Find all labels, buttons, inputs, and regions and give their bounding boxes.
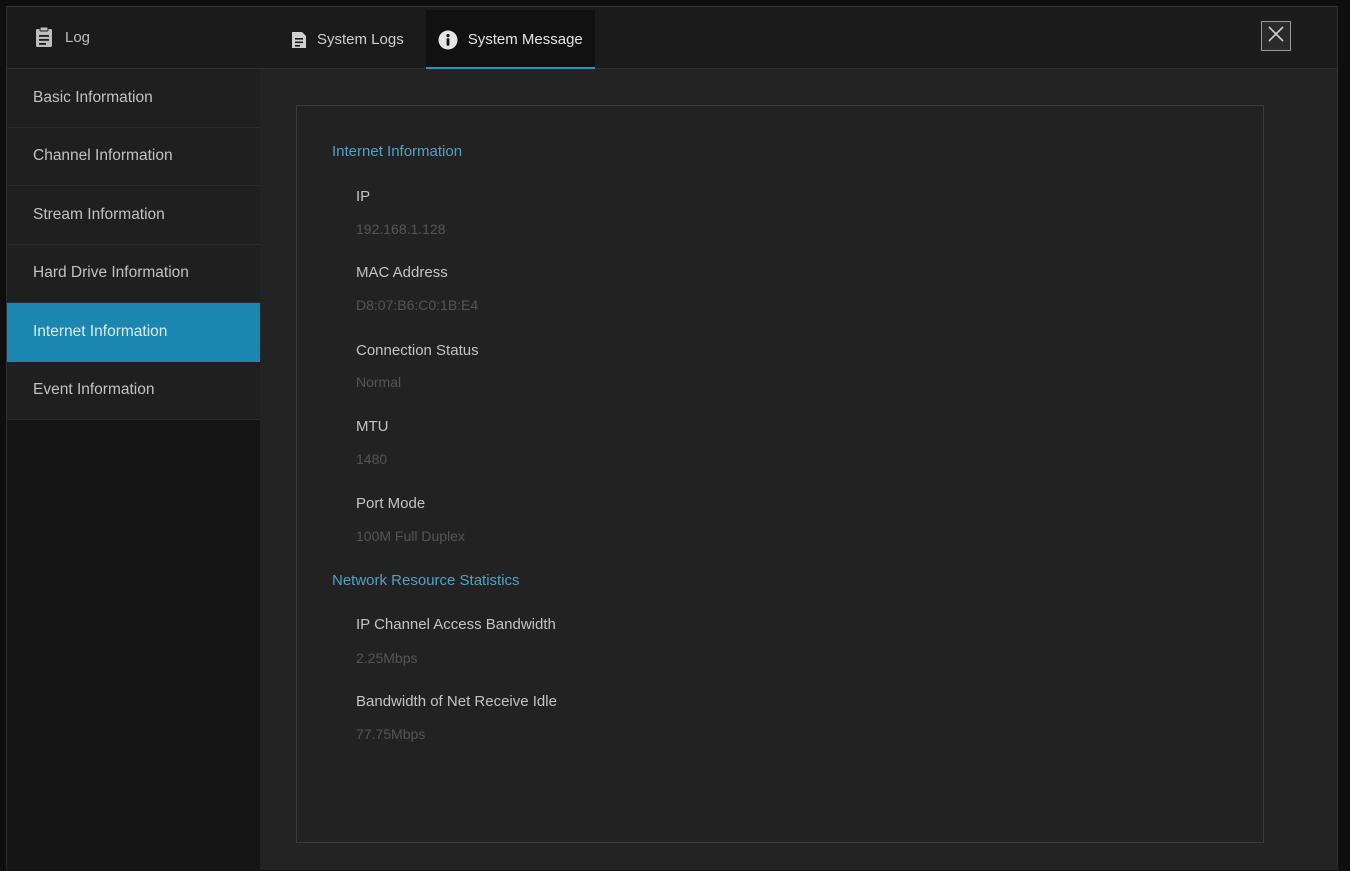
tab-bar: System Logs System Message: [279, 10, 605, 69]
title-bar: Log System Logs System Message: [7, 7, 1337, 69]
sidebar-item-event-information[interactable]: Event Information: [7, 361, 260, 420]
window-title: Log: [35, 24, 90, 50]
bandwidth-net-receive-idle-value: 77.75Mbps: [356, 726, 426, 742]
network-resource-statistics-heading: Network Resource Statistics: [332, 572, 520, 589]
sidebar-item-basic-information[interactable]: Basic Information: [7, 69, 260, 128]
info-icon: [438, 30, 458, 50]
mac-address-label: MAC Address: [356, 264, 448, 281]
tab-system-message[interactable]: System Message: [425, 10, 595, 69]
sidebar-item-label: Internet Information: [33, 322, 168, 340]
sidebar: Basic Information Channel Information St…: [7, 69, 260, 871]
sidebar-item-internet-information[interactable]: Internet Information: [7, 303, 260, 362]
sidebar-item-stream-information[interactable]: Stream Information: [7, 186, 260, 245]
close-icon: [1268, 25, 1284, 47]
close-button[interactable]: [1261, 21, 1291, 51]
info-panel: Internet Information IP 192.168.1.128 MA…: [296, 105, 1264, 843]
internet-information-heading: Internet Information: [332, 143, 463, 160]
mtu-label: MTU: [356, 418, 389, 435]
main-content: Internet Information IP 192.168.1.128 MA…: [260, 69, 1337, 870]
port-mode-value: 100M Full Duplex: [356, 528, 465, 544]
tab-system-logs[interactable]: System Logs: [279, 10, 416, 69]
sidebar-item-channel-information[interactable]: Channel Information: [7, 127, 260, 186]
mac-address-value: D8:07:B6:C0:1B:E4: [356, 297, 479, 313]
connection-status-value: Normal: [356, 374, 402, 390]
tab-system-message-label: System Message: [467, 31, 583, 48]
sidebar-item-hard-drive-information[interactable]: Hard Drive Information: [7, 244, 260, 303]
window-title-label: Log: [65, 28, 91, 46]
ip-value: 192.168.1.128: [356, 221, 446, 237]
sidebar-item-label: Hard Drive Information: [33, 264, 189, 282]
tab-system-logs-label: System Logs: [317, 31, 404, 48]
ip-channel-access-bandwidth-value: 2.25Mbps: [356, 650, 418, 666]
ip-label: IP: [356, 188, 371, 205]
sidebar-item-label: Stream Information: [33, 205, 165, 223]
bandwidth-net-receive-idle-label: Bandwidth of Net Receive Idle: [356, 693, 557, 710]
document-icon: [291, 31, 307, 49]
log-window: Log System Logs System Message Basic Inf…: [6, 6, 1338, 871]
sidebar-item-label: Event Information: [33, 381, 155, 399]
connection-status-label: Connection Status: [356, 342, 479, 359]
mtu-value: 1480: [356, 451, 388, 467]
port-mode-label: Port Mode: [356, 495, 426, 512]
sidebar-item-label: Basic Information: [33, 88, 153, 106]
ip-channel-access-bandwidth-label: IP Channel Access Bandwidth: [356, 616, 556, 633]
sidebar-item-label: Channel Information: [33, 147, 173, 165]
clipboard-icon: [35, 26, 53, 48]
